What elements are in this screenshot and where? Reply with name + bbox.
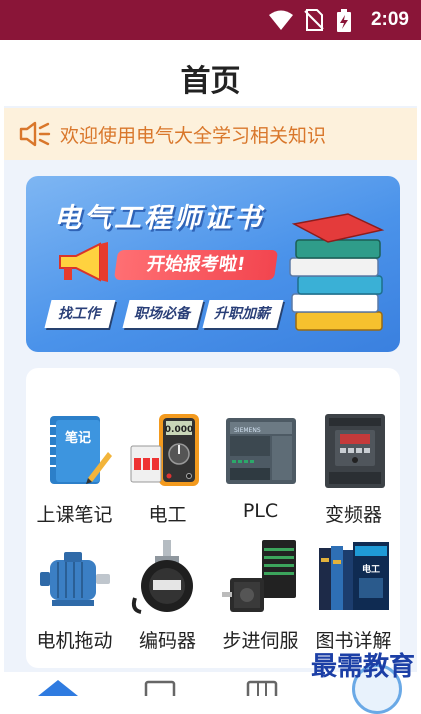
page-title: 首页 — [180, 64, 241, 99]
motor-icon — [40, 552, 110, 606]
svg-text:SIEMENS: SIEMENS — [234, 427, 261, 434]
notebook-icon: 笔记 — [50, 416, 112, 484]
banner-tag-workplace: 职场必备 — [122, 300, 204, 328]
grid-item-encoder[interactable]: 编码器 — [121, 532, 214, 662]
grid-item-inverter[interactable]: 变频器 — [307, 406, 400, 536]
grid-item-books[interactable]: 电工 图书详解 — [307, 532, 400, 662]
svg-text:0.000: 0.000 — [165, 425, 193, 435]
grid-item-motor-drive[interactable]: 电机拖动 — [28, 532, 121, 662]
status-time: 2:09 — [370, 9, 409, 30]
book-stack-illustration — [289, 213, 385, 331]
title-bar: 首页 — [0, 40, 421, 106]
encoder-icon — [131, 540, 193, 614]
grid-item-label: 变频器 — [324, 504, 382, 526]
grid-item-stepper-servo[interactable]: 步进伺服 — [214, 532, 307, 662]
grid-item-label: 上课笔记 — [36, 504, 113, 526]
category-grid: 笔记 上课笔记 0.000 电工 SIEMENS PLC 变频器 电机拖动 编码… — [26, 368, 400, 668]
grid-item-notes[interactable]: 笔记 上课笔记 — [28, 406, 121, 536]
stepper-icon — [222, 540, 296, 612]
notice-text: 欢迎使用电气大全学习相关知识 — [60, 125, 327, 147]
svg-text:电工: 电工 — [362, 563, 380, 575]
register-now-button[interactable]: 开始报考啦! — [113, 250, 279, 280]
battery-charging-icon — [337, 9, 351, 32]
home-tab-icon[interactable] — [36, 676, 80, 696]
watermark-text: 最需教育 — [310, 652, 415, 682]
plc-icon: SIEMENS — [226, 418, 296, 484]
notice-bar[interactable]: 欢迎使用电气大全学习相关知识 — [4, 108, 417, 160]
status-bar: 2:09 — [0, 0, 421, 40]
banner-tag-find-job: 找工作 — [44, 300, 116, 328]
grid-item-label: 电机拖动 — [36, 630, 113, 652]
books-icon: 电工 — [319, 542, 389, 610]
wifi-icon — [269, 10, 293, 30]
inverter-icon — [325, 414, 385, 488]
promo-banner[interactable]: 电气工程师证书 开始报考啦! 找工作 职场必备 升职加薪 — [26, 176, 400, 352]
grid-item-plc[interactable]: SIEMENS PLC — [214, 406, 307, 536]
banner-tag-promotion: 升职加薪 — [202, 300, 284, 328]
no-sim-icon — [304, 9, 324, 31]
grid-item-label: 电工 — [148, 504, 187, 526]
multimeter-icon: 0.000 — [130, 414, 199, 486]
grid-tab-icon[interactable] — [242, 676, 282, 696]
home-content[interactable]: 欢迎使用电气大全学习相关知识 电气工程师证书 开始报考啦! 找工作 职场必备 升… — [4, 106, 417, 693]
book-tab-icon[interactable] — [140, 676, 180, 696]
grid-item-electrician[interactable]: 0.000 电工 — [121, 406, 214, 536]
megaphone-icon — [59, 242, 108, 282]
speaker-icon — [19, 121, 51, 147]
grid-item-label: PLC — [242, 500, 279, 522]
notebook-cover-text: 笔记 — [65, 430, 91, 446]
grid-item-label: 步进伺服 — [222, 630, 299, 652]
grid-item-label: 编码器 — [138, 630, 196, 652]
banner-title: 电气工程师证书 — [54, 203, 264, 234]
